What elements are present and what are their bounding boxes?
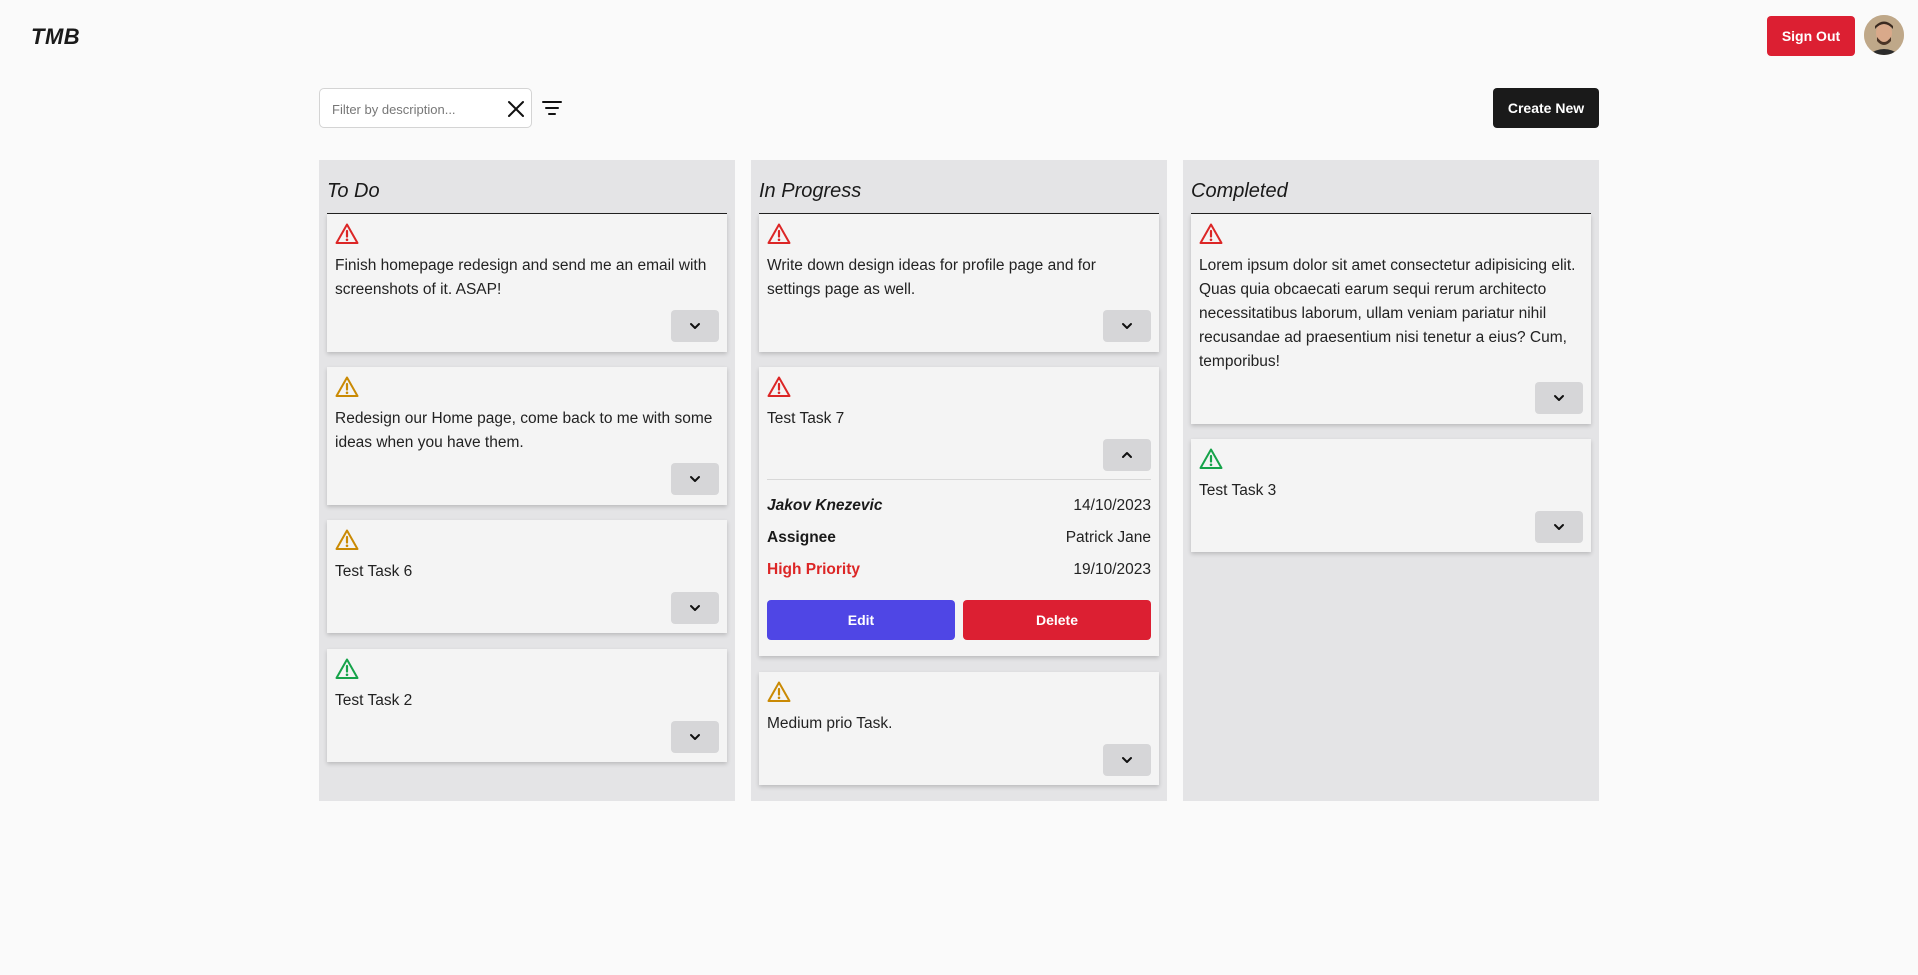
create-new-button[interactable]: Create New	[1493, 88, 1599, 128]
warning-icon	[335, 376, 359, 397]
task-card[interactable]: Test Task 6	[327, 520, 727, 633]
task-card[interactable]: Test Task 2	[327, 649, 727, 762]
warning-icon	[767, 376, 791, 397]
chevron-down-icon	[1122, 757, 1132, 763]
task-description: Lorem ipsum dolor sit amet consectetur a…	[1199, 257, 1576, 370]
chevron-down-icon	[1554, 524, 1564, 530]
task-description: Redesign our Home page, come back to me …	[335, 410, 713, 451]
expand-button[interactable]	[671, 721, 719, 753]
chevron-down-icon	[1122, 323, 1132, 329]
chevron-down-icon	[690, 734, 700, 740]
divider	[767, 479, 1151, 480]
task-description: Test Task 7	[767, 410, 845, 427]
sort-filter-icon[interactable]	[541, 97, 563, 119]
task-description: Finish homepage redesign and send me an …	[335, 257, 707, 298]
warning-icon	[767, 681, 791, 702]
warning-icon	[335, 223, 359, 244]
column-title: Completed	[1191, 170, 1591, 215]
column-completed: Completed Lorem ipsum dolor sit amet con…	[1183, 160, 1599, 801]
task-author: Jakov Knezevic	[767, 497, 883, 514]
task-description: Test Task 3	[1199, 482, 1277, 499]
warning-icon	[335, 658, 359, 679]
close-icon[interactable]	[507, 100, 525, 118]
warning-icon	[767, 223, 791, 244]
collapse-button[interactable]	[1103, 439, 1151, 471]
chevron-down-icon	[1554, 395, 1564, 401]
due-date: 19/10/2023	[1073, 561, 1151, 578]
warning-icon	[1199, 223, 1223, 244]
column-todo: To Do Finish homepage redesign and send …	[319, 160, 735, 801]
task-card[interactable]: Redesign our Home page, come back to me …	[327, 367, 727, 505]
task-card[interactable]: Write down design ideas for profile page…	[759, 214, 1159, 352]
expand-button[interactable]	[1535, 511, 1583, 543]
app-logo: TMB	[31, 24, 81, 49]
avatar[interactable]	[1864, 15, 1904, 55]
task-description: Test Task 6	[335, 563, 413, 580]
task-description: Write down design ideas for profile page…	[767, 257, 1096, 298]
task-created-date: 14/10/2023	[1073, 497, 1151, 514]
filter-input[interactable]	[332, 99, 492, 119]
chevron-up-icon	[1122, 452, 1132, 458]
task-description: Medium prio Task.	[767, 715, 893, 732]
column-in-progress: In Progress Write down design ideas for …	[751, 160, 1167, 801]
expand-button[interactable]	[671, 463, 719, 495]
task-card[interactable]: Medium prio Task.	[759, 672, 1159, 785]
task-card[interactable]: Finish homepage redesign and send me an …	[327, 214, 727, 352]
column-title: To Do	[327, 170, 727, 215]
task-description: Test Task 2	[335, 692, 413, 709]
priority-label: High Priority	[767, 561, 861, 578]
detail-row-author: Jakov Knezevic 14/10/2023	[767, 497, 1151, 519]
filter-field	[319, 88, 532, 128]
expand-button[interactable]	[1103, 310, 1151, 342]
task-card[interactable]: Test Task 3	[1191, 439, 1591, 552]
detail-row-priority: High Priority 19/10/2023	[767, 561, 1151, 583]
warning-icon	[335, 529, 359, 550]
sign-out-button[interactable]: Sign Out	[1767, 16, 1855, 56]
assignee-name: Patrick Jane	[1065, 529, 1151, 546]
expand-button[interactable]	[671, 310, 719, 342]
chevron-down-icon	[690, 323, 700, 329]
expand-button[interactable]	[1535, 382, 1583, 414]
edit-button[interactable]: Edit	[767, 600, 955, 640]
warning-icon	[1199, 448, 1223, 469]
task-card[interactable]: Lorem ipsum dolor sit amet consectetur a…	[1191, 214, 1591, 424]
chevron-down-icon	[690, 605, 700, 611]
column-title: In Progress	[759, 170, 1159, 215]
assignee-label: Assignee	[767, 529, 836, 546]
chevron-down-icon	[690, 476, 700, 482]
expand-button[interactable]	[671, 592, 719, 624]
detail-row-assignee: Assignee Patrick Jane	[767, 529, 1151, 551]
expand-button[interactable]	[1103, 744, 1151, 776]
delete-button[interactable]: Delete	[963, 600, 1151, 640]
task-card-expanded[interactable]: Test Task 7 Jakov Knezevic 14/10/2023 As…	[759, 367, 1159, 656]
